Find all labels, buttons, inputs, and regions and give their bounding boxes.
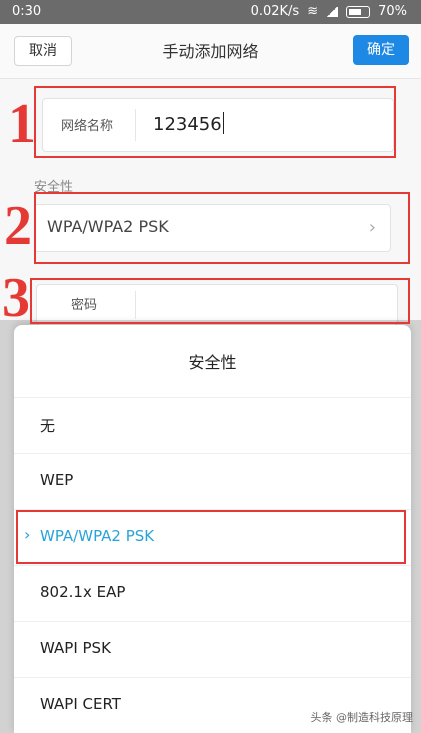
option-wapi-psk[interactable]: WAPI PSK (14, 621, 411, 677)
option-8021x-eap[interactable]: 802.1x EAP (14, 565, 411, 621)
status-bar: 0:30 0.02K/s ≋ 70% (0, 0, 421, 24)
top-bar: 取消 手动添加网络 确定 (0, 24, 421, 79)
network-name-input[interactable]: 123456 (153, 112, 224, 135)
network-speed: 0.02K/s (250, 4, 300, 19)
field-divider (135, 291, 136, 319)
option-label: WEP (40, 471, 74, 489)
option-wpa-wpa2-psk[interactable]: › WPA/WPA2 PSK (14, 509, 411, 565)
password-label: 密码 (71, 298, 98, 313)
annotation-number-2: 2 (4, 195, 32, 257)
battery-percent: 70% (378, 4, 407, 19)
field-divider (135, 109, 136, 141)
option-label: WAPI PSK (40, 639, 111, 657)
network-name-label: 网络名称 (61, 119, 114, 134)
security-options-sheet: 安全性 无 WEP › WPA/WPA2 PSK 802.1x EAP WAPI… (14, 325, 411, 733)
battery-icon (346, 5, 371, 18)
sheet-title: 安全性 (188, 353, 237, 372)
annotation-number-1: 1 (8, 93, 36, 155)
annotation-number-3: 3 (2, 267, 30, 329)
chevron-right-icon: › (368, 217, 376, 238)
option-wep[interactable]: WEP (14, 453, 411, 509)
option-label: 无 (40, 417, 56, 435)
security-value: WPA/WPA2 PSK (47, 217, 169, 236)
signal-icon (326, 6, 339, 17)
app-screen: 0:30 0.02K/s ≋ 70% 取消 手动添加网络 确定 网络名称 123… (0, 0, 421, 733)
security-select[interactable]: WPA/WPA2 PSK › (34, 204, 391, 252)
network-name-field[interactable]: 网络名称 123456 (42, 98, 394, 152)
status-time: 0:30 (12, 4, 42, 19)
option-none[interactable]: 无 (14, 397, 411, 453)
option-label: WAPI CERT (40, 695, 121, 713)
network-name-value: 123456 (153, 114, 222, 135)
confirm-button[interactable]: 确定 (353, 35, 409, 65)
selected-chevron-icon: › (24, 525, 31, 544)
option-label: 802.1x EAP (40, 583, 126, 601)
text-caret (222, 112, 224, 134)
status-right: 0.02K/s ≋ 70% (251, 4, 407, 19)
wifi-icon: ≋ (307, 4, 319, 19)
security-section-label: 安全性 (34, 180, 74, 195)
watermark: 头条 @制造科技原理 (310, 711, 414, 724)
option-label: WPA/WPA2 PSK (40, 527, 155, 545)
